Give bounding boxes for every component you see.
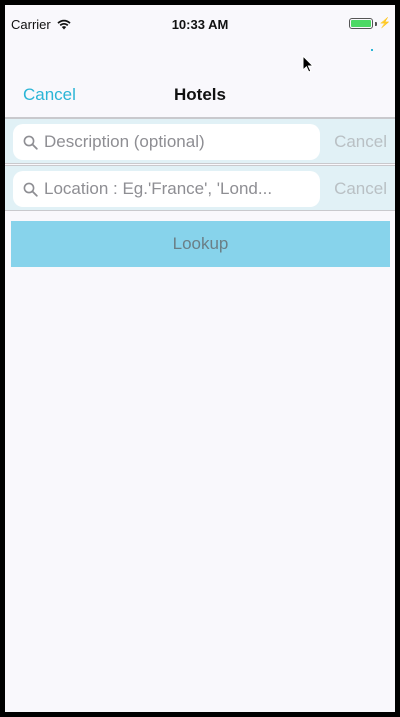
description-search-cancel-button[interactable]: Cancel: [334, 132, 387, 152]
location-search-input[interactable]: [44, 179, 314, 199]
description-search-field[interactable]: [13, 124, 320, 160]
battery-tip: [374, 21, 377, 26]
battery-level: [350, 20, 371, 27]
status-time: 10:33 AM: [171, 17, 229, 32]
location-search-bar: Cancel: [5, 165, 395, 211]
location-search-cancel-button[interactable]: Cancel: [334, 179, 387, 199]
description-search-bar: Cancel: [5, 118, 395, 164]
navigation-bar: Cancel Hotels: [5, 71, 395, 117]
app-screen: Carrier 10:33 AM ⚡ Cancel Hotels Descrip…: [5, 5, 395, 712]
search-icon: [23, 182, 38, 197]
search-icon: [23, 135, 38, 150]
charging-bolt-icon: ⚡: [378, 18, 391, 29]
page-title: Hotels: [174, 85, 226, 104]
lookup-button[interactable]: Lookup: [11, 221, 390, 267]
battery-icon: [348, 18, 373, 29]
description-search-input[interactable]: [44, 132, 314, 152]
status-bar: Carrier 10:33 AM ⚡: [5, 5, 395, 45]
location-search-field[interactable]: [13, 171, 320, 207]
battery-indicator: ⚡: [348, 18, 391, 29]
activity-dot: [371, 49, 373, 51]
mouse-pointer-icon: [302, 55, 314, 73]
